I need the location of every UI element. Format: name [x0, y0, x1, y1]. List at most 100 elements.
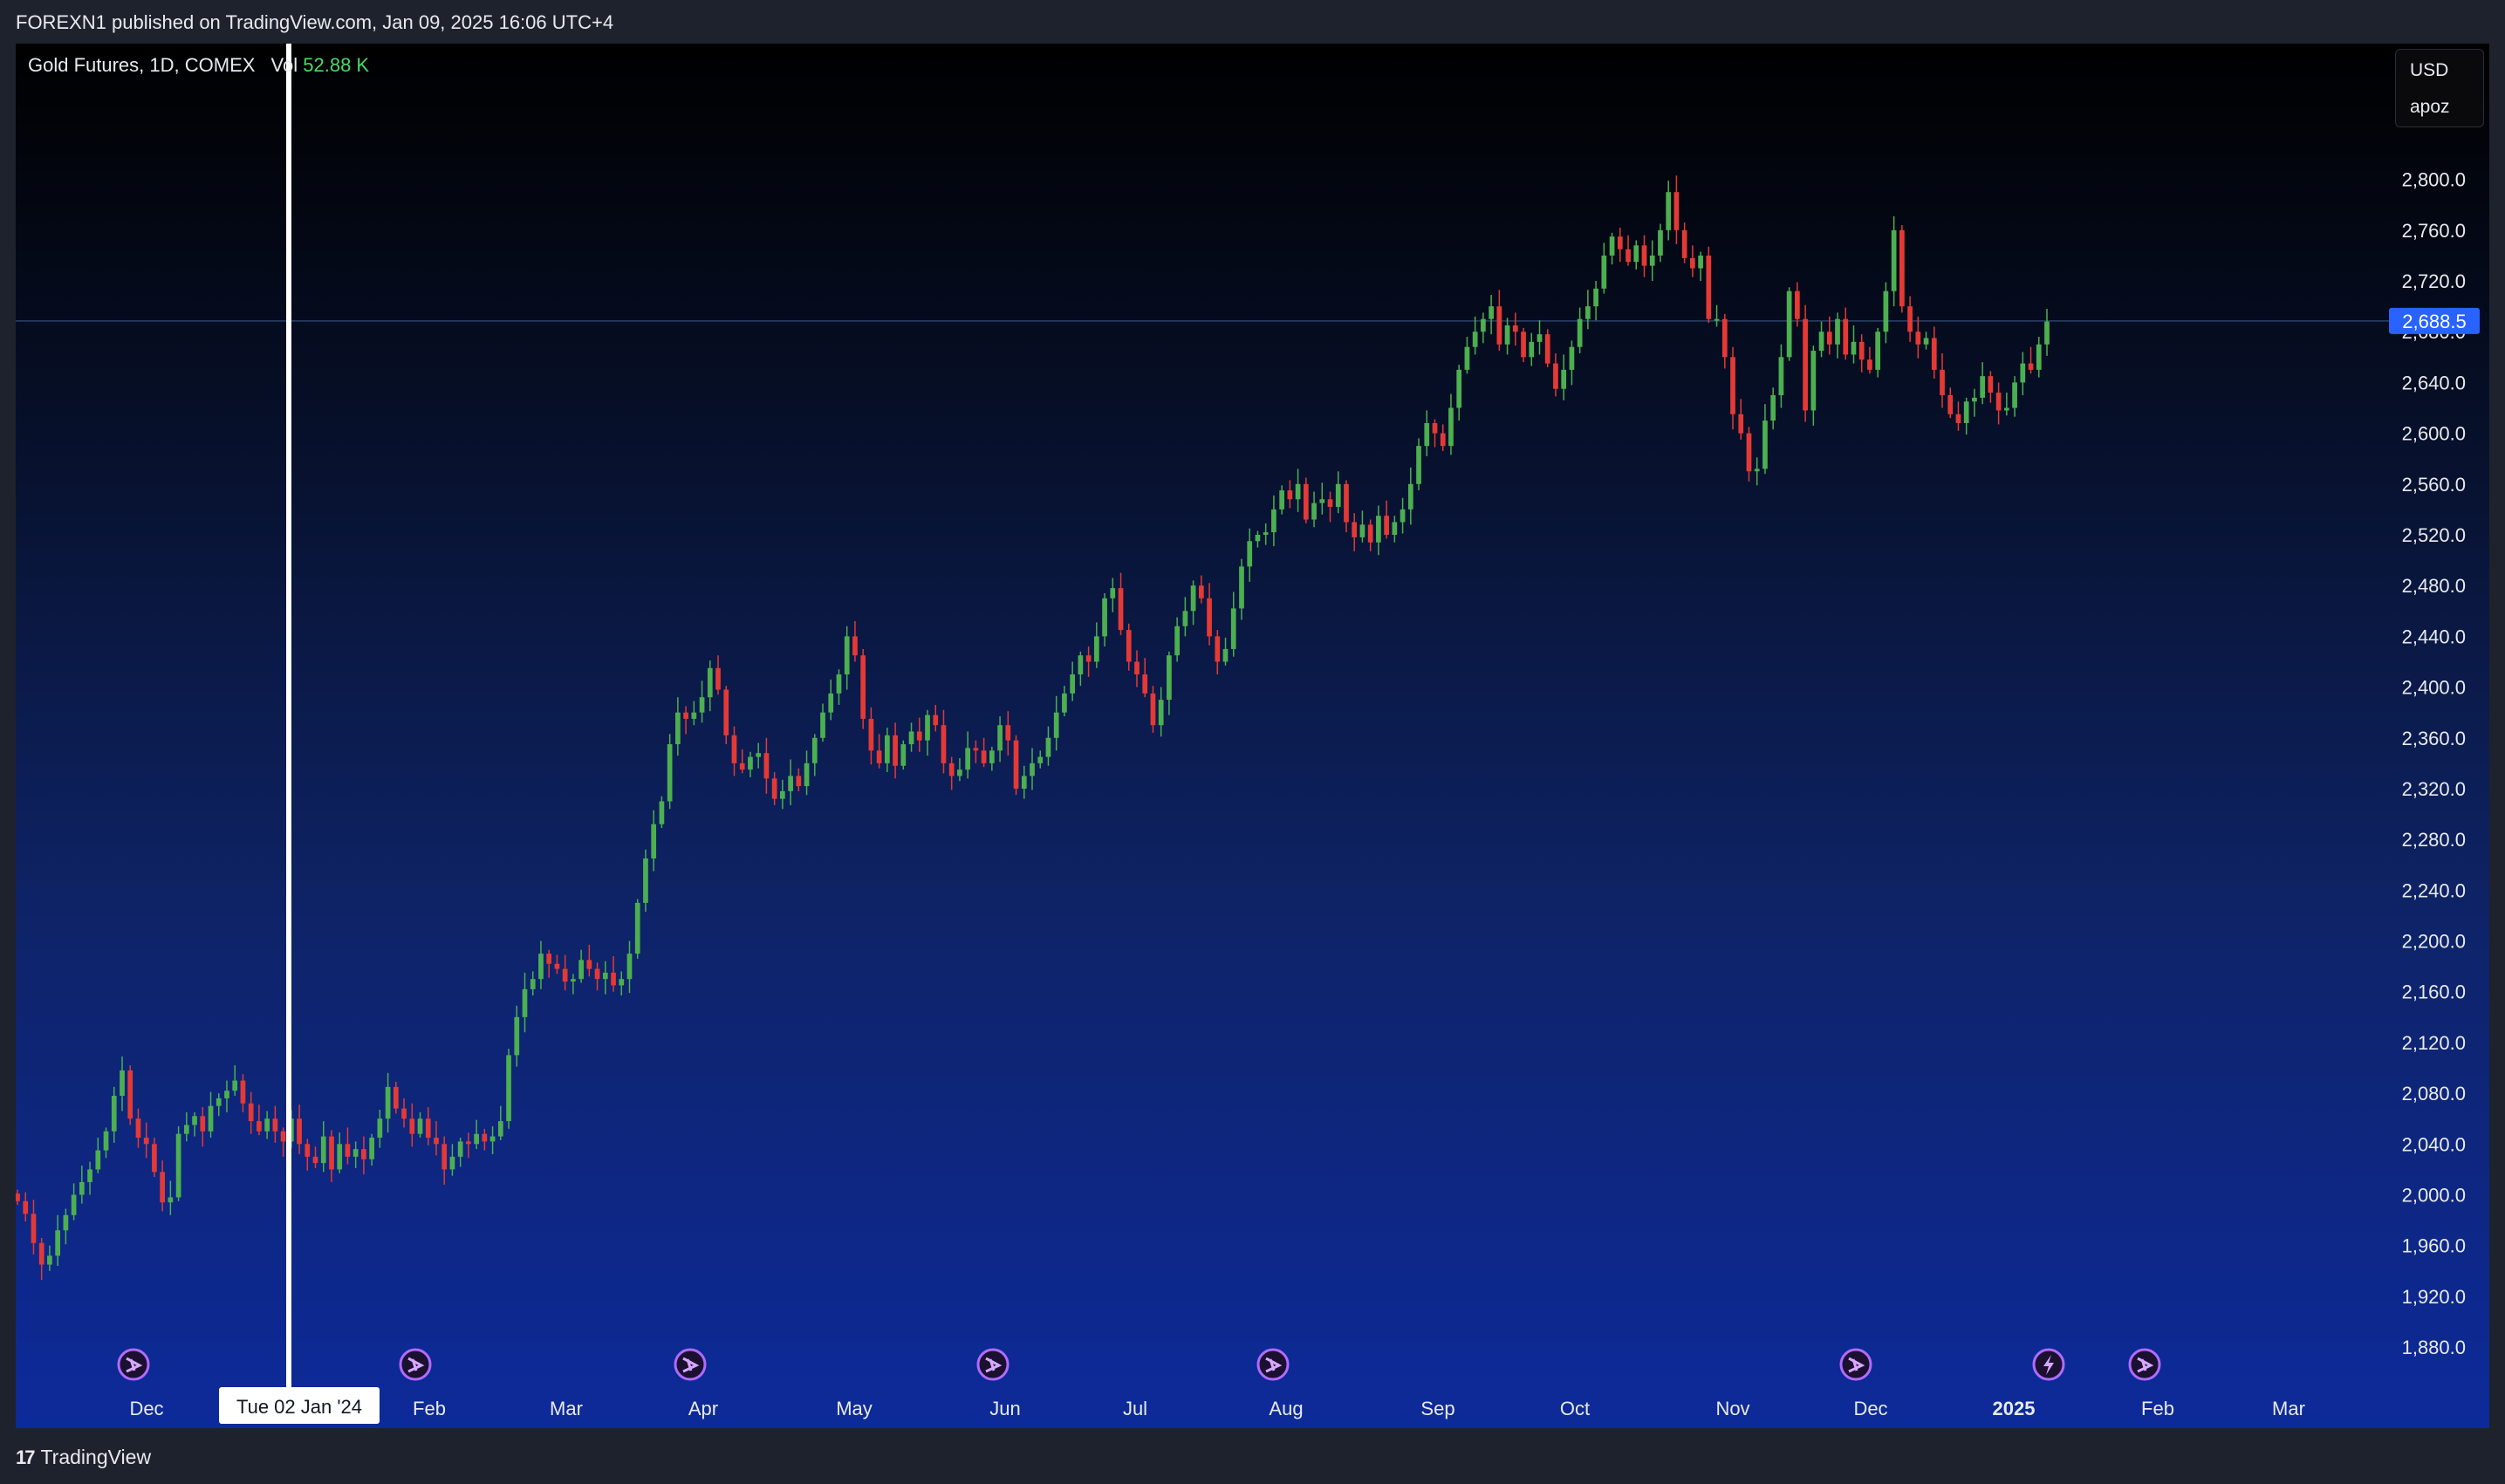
candle-body[interactable]	[297, 1118, 302, 1145]
candle-body[interactable]	[329, 1136, 334, 1170]
candle-body[interactable]	[1730, 357, 1735, 414]
candle-body[interactable]	[1093, 636, 1099, 662]
candle-body[interactable]	[530, 979, 536, 989]
candle-body[interactable]	[571, 979, 576, 982]
candle-body[interactable]	[1577, 318, 1583, 347]
candle-body[interactable]	[941, 725, 947, 763]
candle-body[interactable]	[1875, 332, 1881, 370]
candle-body[interactable]	[1263, 532, 1269, 535]
candle-body[interactable]	[337, 1144, 343, 1170]
candle-body[interactable]	[2003, 407, 2009, 411]
candle-body[interactable]	[675, 712, 681, 745]
candle-body[interactable]	[1158, 700, 1164, 726]
candle-body[interactable]	[578, 960, 584, 980]
candle-body[interactable]	[1843, 318, 1849, 355]
candle-body[interactable]	[1940, 369, 1945, 395]
candlestick-chart[interactable]: 1,880.0 1,920.0 1,960.0 2,000.0 2,040.0 2,080…	[16, 44, 2489, 1428]
candle-body[interactable]	[893, 735, 898, 766]
candle-body[interactable]	[1464, 346, 1470, 370]
candle-body[interactable]	[1947, 394, 1954, 414]
candle-body[interactable]	[1030, 763, 1035, 776]
candle-body[interactable]	[31, 1214, 37, 1243]
candle-body[interactable]	[1222, 648, 1229, 662]
candle-body[interactable]	[1617, 236, 1623, 250]
candle-body[interactable]	[474, 1133, 479, 1145]
candle-body[interactable]	[1714, 318, 1720, 321]
candle-body[interactable]	[425, 1118, 431, 1139]
candle-body[interactable]	[667, 744, 673, 802]
candle-body[interactable]	[876, 750, 882, 763]
candle-body[interactable]	[1319, 499, 1325, 503]
candle-body[interactable]	[1102, 598, 1107, 637]
candle-body[interactable]	[1529, 341, 1535, 358]
candle-body[interactable]	[1344, 483, 1349, 523]
candle-body[interactable]	[1271, 509, 1276, 533]
candle-body[interactable]	[1279, 490, 1284, 509]
candle-body[interactable]	[79, 1181, 85, 1195]
candle-body[interactable]	[1118, 588, 1124, 631]
candle-body[interactable]	[1327, 499, 1333, 507]
candle-body[interactable]	[1013, 740, 1019, 789]
candle-body[interactable]	[1311, 503, 1317, 520]
candle-body[interactable]	[1407, 483, 1413, 509]
candle-body[interactable]	[900, 744, 907, 766]
candle-body[interactable]	[997, 725, 1003, 751]
chart-area[interactable]: 1,880.0 1,920.0 1,960.0 2,000.0 2,040.0 2,080…	[16, 44, 2489, 1428]
candle-body[interactable]	[1746, 433, 1752, 472]
candle-body[interactable]	[417, 1118, 423, 1134]
candle-body[interactable]	[957, 769, 962, 776]
candle-body[interactable]	[1698, 255, 1703, 269]
currency-unit-selector[interactable]: USD apoz	[2395, 49, 2484, 127]
candle-body[interactable]	[1972, 397, 1977, 402]
candle-body[interactable]	[1230, 608, 1236, 649]
candle-body[interactable]	[1666, 192, 1672, 230]
candle-body[interactable]	[224, 1091, 229, 1098]
candle-body[interactable]	[1070, 674, 1076, 694]
candle-body[interactable]	[763, 753, 770, 779]
candle-body[interactable]	[852, 636, 858, 656]
candle-body[interactable]	[434, 1138, 439, 1145]
candle-body[interactable]	[95, 1150, 101, 1170]
candle-body[interactable]	[1899, 229, 1905, 307]
candle-body[interactable]	[192, 1116, 197, 1125]
candle-body[interactable]	[1489, 306, 1494, 319]
candle-body[interactable]	[1384, 516, 1389, 535]
candle-body[interactable]	[1303, 483, 1309, 520]
candle-body[interactable]	[804, 763, 810, 787]
candle-body[interactable]	[1915, 332, 1921, 345]
candle-body[interactable]	[1521, 332, 1526, 358]
candle-body[interactable]	[1150, 693, 1156, 726]
candle-body[interactable]	[538, 954, 544, 980]
candle-body[interactable]	[514, 1016, 520, 1056]
candle-body[interactable]	[554, 963, 560, 969]
candle-body[interactable]	[1826, 332, 1832, 345]
candle-body[interactable]	[1126, 630, 1132, 662]
candle-body[interactable]	[1400, 509, 1406, 523]
candle-body[interactable]	[1690, 257, 1695, 269]
candle-body[interactable]	[619, 979, 625, 986]
candle-body[interactable]	[522, 988, 528, 1017]
candle-body[interactable]	[1142, 674, 1148, 694]
candle-body[interactable]	[965, 748, 971, 770]
candle-body[interactable]	[103, 1131, 109, 1151]
candle-body[interactable]	[1770, 394, 1776, 421]
candle-body[interactable]	[1988, 376, 1994, 393]
candle-body[interactable]	[626, 954, 633, 980]
candle-body[interactable]	[989, 750, 995, 763]
candle-body[interactable]	[1472, 332, 1478, 347]
currency-label[interactable]: USD	[2410, 60, 2448, 81]
candle-body[interactable]	[1633, 245, 1639, 263]
candle-body[interactable]	[1053, 712, 1059, 738]
candle-body[interactable]	[651, 824, 657, 858]
candle-body[interactable]	[916, 731, 922, 741]
candle-body[interactable]	[1456, 369, 1462, 408]
candle-body[interactable]	[127, 1070, 133, 1119]
candle-body[interactable]	[1062, 693, 1067, 713]
candle-body[interactable]	[1681, 229, 1687, 258]
candle-body[interactable]	[183, 1125, 189, 1134]
candle-body[interactable]	[771, 778, 777, 799]
candle-body[interactable]	[248, 1103, 254, 1122]
candle-body[interactable]	[1795, 291, 1800, 319]
candle-body[interactable]	[643, 858, 648, 903]
candle-body[interactable]	[715, 667, 721, 690]
